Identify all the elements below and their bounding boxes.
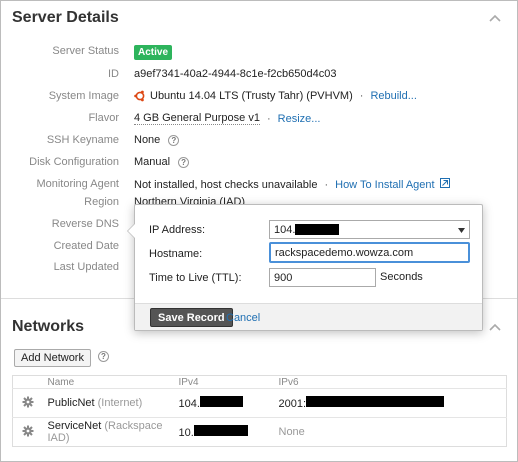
column-header-ipv6: IPv6 xyxy=(278,376,299,388)
status-badge: Active xyxy=(134,45,173,60)
flavor-value: 4 GB General Purpose v1 xyxy=(134,112,260,125)
separator: · xyxy=(359,90,364,102)
disk-config-value: Manual xyxy=(134,156,171,168)
help-icon[interactable]: ? xyxy=(168,134,180,146)
redaction-bar xyxy=(295,224,340,235)
column-header-ipv4: IPv4 xyxy=(178,376,199,388)
label-created-date: Created Date xyxy=(53,240,119,252)
ttl-input[interactable]: 900 xyxy=(269,268,376,287)
label-region: Region xyxy=(84,196,119,208)
row-ssh-keyname: SSH Keyname None ? xyxy=(1,134,518,150)
ip-address-value: 104. xyxy=(274,223,296,236)
collapse-server-details-icon[interactable] xyxy=(489,14,501,26)
row-disk-config: Disk Configuration Manual ? xyxy=(1,156,518,172)
label-server-status: Server Status xyxy=(52,45,119,57)
table-row: ServiceNet (Rackspace IAD) 10. None xyxy=(12,417,507,447)
external-link-icon[interactable] xyxy=(439,178,450,191)
add-network-button[interactable]: Add Network xyxy=(14,349,91,367)
label-ssh-keyname: SSH Keyname xyxy=(46,134,119,146)
separator: · xyxy=(266,112,271,125)
ipv4-address: 10. xyxy=(178,427,194,439)
row-monitoring-agent: Monitoring Agent Not installed, host che… xyxy=(1,178,518,194)
row-id: ID a9ef7341-40a2-4944-8c1e-f2cb650d4c03 xyxy=(1,68,518,84)
ubuntu-icon xyxy=(134,90,146,102)
gear-icon[interactable] xyxy=(22,425,34,440)
server-details-title: Server Details xyxy=(12,9,119,26)
redaction-bar xyxy=(199,396,243,407)
system-image-value: Ubuntu 14.04 LTS (Trusty Tahr) (PVHVM) xyxy=(150,90,353,102)
network-qualifier: (Internet) xyxy=(97,397,143,409)
label-disk-config: Disk Configuration xyxy=(29,156,119,168)
networks-title: Networks xyxy=(12,318,85,335)
help-icon[interactable]: ? xyxy=(178,156,190,168)
redaction-bar xyxy=(306,396,445,407)
table-row: PublicNet (Internet) 104. 2001: xyxy=(12,388,507,418)
label-system-image: System Image xyxy=(48,90,119,102)
redaction-bar xyxy=(193,425,248,436)
ssh-keyname-value: None xyxy=(134,134,161,146)
row-system-image: System Image Ubuntu 14.04 LTS (Trusty Ta… xyxy=(1,90,518,106)
ttl-label: Time to Live (TTL): xyxy=(149,272,242,284)
networks-table: Name IPv4 IPv6 PublicNet (Internet) 104.… xyxy=(12,375,507,447)
server-id: a9ef7341-40a2-4944-8c1e-f2cb650d4c03 xyxy=(134,68,337,80)
row-server-status: Server Status Active xyxy=(1,45,518,61)
help-icon[interactable]: ? xyxy=(98,351,109,362)
reverse-dns-popover: IP Address: 104. Hostname: rackspacedemo… xyxy=(127,204,483,331)
label-id: ID xyxy=(108,68,119,80)
ipv4-address: 104. xyxy=(178,398,200,410)
label-last-updated: Last Updated xyxy=(53,261,119,273)
ipv6-address: 2001: xyxy=(278,398,307,410)
gear-icon[interactable] xyxy=(22,396,34,411)
resize-link[interactable]: Resize... xyxy=(278,113,321,125)
hostname-input[interactable]: rackspacedemo.wowza.com xyxy=(269,242,470,263)
save-record-button[interactable]: Save Record xyxy=(150,308,233,327)
label-reverse-dns: Reverse DNS xyxy=(51,218,119,230)
dropdown-arrow-icon xyxy=(458,224,465,236)
install-agent-link[interactable]: How To Install Agent xyxy=(335,179,434,191)
column-header-name: Name xyxy=(47,376,75,388)
ip-address-label: IP Address: xyxy=(149,224,206,236)
row-flavor: Flavor 4 GB General Purpose v1 · Resize.… xyxy=(1,112,518,128)
network-name: ServiceNet xyxy=(47,420,102,432)
rebuild-link[interactable]: Rebuild... xyxy=(370,90,416,102)
cancel-link[interactable]: Cancel xyxy=(226,312,260,324)
ip-address-select[interactable]: 104. xyxy=(269,220,470,239)
hostname-label: Hostname: xyxy=(149,248,203,260)
ttl-unit: Seconds xyxy=(380,271,423,283)
monitoring-agent-value: Not installed, host checks unavailable xyxy=(134,178,318,191)
label-monitoring-agent: Monitoring Agent xyxy=(36,178,119,190)
server-page: Server Details Server Status Active ID a… xyxy=(0,0,518,462)
collapse-networks-icon[interactable] xyxy=(489,323,501,335)
separator: · xyxy=(324,178,329,191)
ipv6-address: None xyxy=(278,426,305,438)
label-flavor: Flavor xyxy=(88,112,119,124)
popover-footer: Save Record Cancel xyxy=(135,303,482,330)
network-name: PublicNet xyxy=(47,397,95,409)
